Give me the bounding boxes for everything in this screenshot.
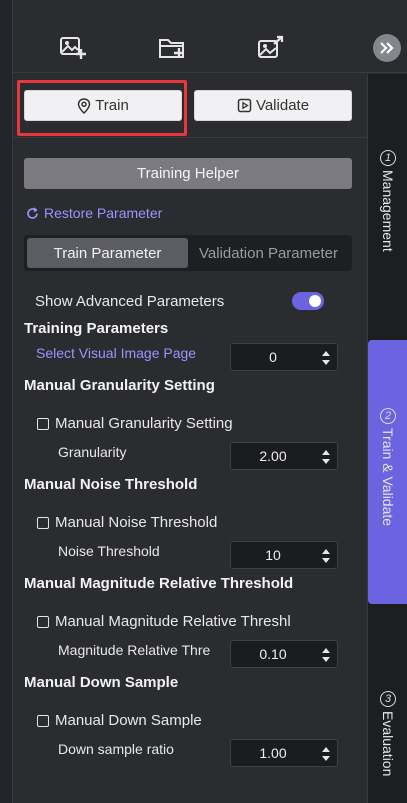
tab-train-parameter[interactable]: Train Parameter [27,238,188,268]
noise-threshold-field-label: Noise Threshold [58,543,160,559]
restore-parameter-label: Restore Parameter [44,205,163,221]
tab-validation-parameter[interactable]: Validation Parameter [188,238,349,268]
show-advanced-toggle[interactable] [292,292,324,310]
down-sample-checkbox[interactable] [37,715,49,727]
rail-tab-management[interactable]: 1 Management [368,150,407,270]
magnitude-threshold-field-label: Magnitude Relative Thre [58,642,211,658]
validate-button[interactable]: Validate [194,90,352,121]
rail-tab-label: Management [380,170,396,252]
parameter-tabs: Train Parameter Validation Parameter [24,235,352,271]
down-sample-value: 1.00 [259,745,287,761]
left-strip [0,0,13,803]
magnitude-threshold-checkbox[interactable] [37,616,49,628]
rail-tab-label: Evaluation [380,711,396,777]
rail-tab-train-validate[interactable]: 2 Train & Validate [368,340,407,604]
granularity-checkbox-label: Manual Granularity Setting [55,415,233,432]
down-sample-input[interactable]: 1.00 [230,739,338,767]
export-image-icon[interactable] [257,35,285,61]
stepper-arrows-icon[interactable] [321,745,331,763]
add-image-icon[interactable] [59,35,87,61]
visual-image-page-input[interactable]: 0 [230,343,338,371]
magnitude-threshold-input[interactable]: 0.10 [230,640,338,668]
training-parameters-heading: Training Parameters [24,320,169,337]
down-sample-heading: Manual Down Sample [24,674,179,691]
rail-tab-number: 3 [380,691,396,707]
top-toolbar [0,0,407,803]
granularity-value: 2.00 [259,448,287,464]
play-square-icon [237,98,252,113]
granularity-input[interactable]: 2.00 [230,442,338,470]
train-highlight-box [17,80,187,136]
toggle-knob [309,295,321,307]
rail-tab-label: Train & Validate [380,428,396,527]
visual-image-page-value: 0 [269,349,277,365]
stepper-arrows-icon[interactable] [321,448,331,466]
granularity-checkbox[interactable] [37,418,49,430]
step-rail: 1 Management 2 Train & Validate 3 Evalua… [367,74,407,803]
noise-threshold-checkbox[interactable] [37,517,49,529]
restore-parameter-link[interactable]: Restore Parameter [26,205,162,221]
stepper-arrows-icon[interactable] [321,349,331,367]
rail-tab-evaluation[interactable]: 3 Evaluation [368,691,407,801]
stepper-arrows-icon[interactable] [321,547,331,565]
stepper-arrows-icon[interactable] [321,646,331,664]
magnitude-threshold-heading: Manual Magnitude Relative Threshold [24,575,294,592]
noise-threshold-input[interactable]: 10 [230,541,338,569]
collapse-chevrons-icon[interactable] [373,34,401,62]
rail-tab-number: 2 [380,408,396,424]
magnitude-threshold-checkbox-label: Manual Magnitude Relative Threshl [55,613,291,630]
training-helper-button[interactable]: Training Helper [24,158,352,189]
validate-button-label: Validate [255,97,310,114]
magnitude-threshold-value: 0.10 [259,646,287,662]
down-sample-checkbox-label: Manual Down Sample [55,712,202,729]
training-helper-label: Training Helper [137,165,239,182]
down-sample-field-label: Down sample ratio [58,741,174,757]
rail-tab-number: 1 [380,150,396,166]
granularity-heading: Manual Granularity Setting [24,377,215,394]
section-divider [13,137,367,138]
noise-threshold-heading: Manual Noise Threshold [24,476,198,493]
show-advanced-label: Show Advanced Parameters [35,293,225,310]
add-folder-icon[interactable] [158,35,186,61]
noise-threshold-value: 10 [265,547,281,563]
granularity-field-label: Granularity [58,444,127,460]
select-visual-image-page-label: Select Visual Image Page [36,345,197,361]
noise-threshold-checkbox-label: Manual Noise Threshold [55,514,218,531]
refresh-icon [27,206,38,219]
